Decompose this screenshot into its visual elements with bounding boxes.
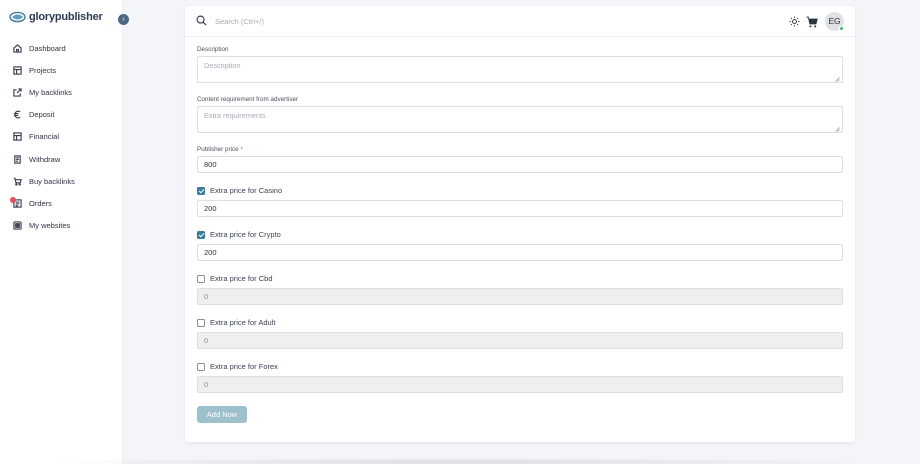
brand-name: glorypublisher	[29, 11, 103, 23]
grid-icon	[13, 221, 22, 230]
glorypublisher-logo-icon	[9, 11, 26, 23]
sidebar-item-label: Deposit	[29, 110, 55, 120]
extra-adult-row: Extra price for Adult	[197, 318, 275, 327]
content-requirement-label: Content requirement from advertiser	[197, 96, 299, 103]
sidebar-item-orders[interactable]: Orders	[0, 192, 123, 214]
extra-adult-label: Extra price for Adult	[210, 318, 276, 327]
extra-forex-row: Extra price for Forex	[197, 362, 278, 371]
resize-handle-icon[interactable]	[835, 77, 840, 82]
extra-crypto-row: Extra price for Crypto	[197, 230, 281, 239]
top-bar: EG	[185, 6, 855, 37]
extra-crypto-input[interactable]	[197, 244, 843, 261]
home-icon	[13, 43, 22, 53]
description-label: Description	[197, 46, 229, 53]
sidebar-item-label: Dashboard	[29, 43, 66, 53]
search-icon[interactable]	[196, 15, 207, 26]
sidebar-item-financial[interactable]: Financial	[0, 126, 123, 148]
sidebar-item-withdraw[interactable]: Withdraw	[0, 148, 123, 170]
extra-crypto-checkbox[interactable]	[197, 230, 205, 239]
cart-icon[interactable]	[806, 16, 818, 28]
publisher-price-label: Publisher price *	[197, 146, 243, 153]
avatar[interactable]: EG	[825, 12, 844, 31]
avatar-initials: EG	[828, 16, 841, 26]
add-now-button[interactable]: Add Now	[197, 406, 247, 423]
publisher-price-input[interactable]	[197, 156, 843, 173]
extra-casino-label: Extra price for Casino	[210, 186, 283, 195]
sidebar-item-label: Buy backlinks	[29, 176, 75, 186]
required-mark: *	[240, 146, 243, 153]
sidebar-item-deposit[interactable]: Deposit	[0, 104, 123, 126]
sun-icon[interactable]	[789, 16, 800, 27]
extra-cbd-checkbox[interactable]	[197, 274, 205, 283]
sidebar-collapse-button[interactable]: ‹	[118, 14, 129, 25]
sidebar-item-dashboard[interactable]: Dashboard	[0, 37, 123, 59]
external-link-icon	[13, 88, 22, 97]
euro-icon	[13, 110, 21, 119]
extra-cbd-row: Extra price for Cbd	[197, 274, 273, 283]
extra-cbd-input	[197, 288, 843, 305]
extra-casino-input[interactable]	[197, 200, 843, 217]
layout-icon	[13, 66, 22, 75]
sidebar-item-label: Orders	[29, 198, 52, 208]
page-bottom-shadow	[30, 458, 890, 464]
extra-forex-label: Extra price for Forex	[210, 362, 278, 371]
publisher-price-label-text: Publisher price	[197, 146, 239, 153]
extra-cbd-label: Extra price for Cbd	[210, 274, 273, 283]
sidebar-item-my-backlinks[interactable]: My backlinks	[0, 81, 123, 103]
sidebar: glorypublisher Dashboard Projects My bac…	[0, 0, 123, 464]
extra-crypto-label: Extra price for Crypto	[210, 230, 281, 239]
sidebar-item-label: Financial	[29, 132, 60, 142]
extra-casino-row: Extra price for Casino	[197, 186, 282, 195]
content-requirement-field[interactable]	[197, 106, 843, 133]
sidebar-item-projects[interactable]: Projects	[0, 59, 123, 81]
online-status-dot	[839, 26, 844, 31]
cart-icon	[13, 177, 22, 186]
sidebar-item-label: Withdraw	[29, 154, 61, 164]
extra-casino-checkbox[interactable]	[197, 186, 205, 195]
extra-forex-checkbox[interactable]	[197, 362, 205, 371]
sidebar-item-buy-backlinks[interactable]: Buy backlinks	[0, 170, 123, 192]
sidebar-item-label: My backlinks	[29, 87, 72, 97]
receipt-icon	[14, 154, 21, 164]
extra-adult-checkbox[interactable]	[197, 318, 205, 327]
search-input[interactable]	[215, 14, 515, 28]
sidebar-item-label: My websites	[29, 221, 71, 231]
extra-forex-input	[197, 376, 843, 393]
sidebar-nav: Dashboard Projects My backlinks Deposit …	[0, 37, 123, 237]
extra-adult-input	[197, 332, 843, 349]
main-card: EG Description Content requirement from …	[185, 6, 855, 442]
description-field[interactable]	[197, 56, 843, 83]
sidebar-item-my-websites[interactable]: My websites	[0, 215, 123, 237]
layout-icon	[13, 132, 22, 142]
sidebar-item-label: Projects	[29, 65, 57, 75]
resize-handle-icon[interactable]	[835, 127, 840, 132]
chevron-left-icon: ‹	[122, 16, 125, 23]
brand-logo[interactable]: glorypublisher	[9, 11, 103, 23]
